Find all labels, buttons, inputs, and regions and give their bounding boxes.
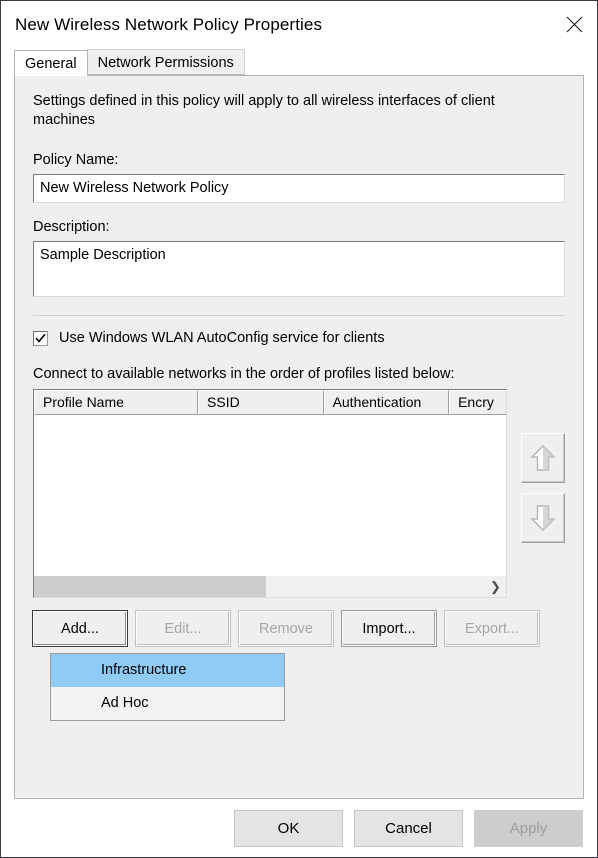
dropdown-item-infrastructure[interactable]: Infrastructure bbox=[51, 654, 284, 687]
column-header-encryption[interactable]: Encry bbox=[449, 390, 506, 415]
profile-list-row: Profile Name SSID Authentication Encry ❯ bbox=[33, 389, 565, 598]
cancel-button[interactable]: Cancel bbox=[354, 809, 463, 847]
listview-body[interactable] bbox=[34, 415, 506, 575]
autoconfig-checkbox[interactable] bbox=[33, 330, 48, 346]
add-button[interactable]: Add... bbox=[33, 611, 127, 646]
column-header-profile-name[interactable]: Profile Name bbox=[34, 390, 199, 415]
page-title: New Wireless Network Policy Properties bbox=[15, 15, 323, 34]
description-input[interactable]: Sample Description bbox=[33, 241, 565, 297]
export-button: Export... bbox=[445, 611, 539, 646]
profile-action-buttons: Add... Edit... Remove Import... Export..… bbox=[33, 611, 565, 646]
profile-listview[interactable]: Profile Name SSID Authentication Encry ❯ bbox=[33, 389, 507, 598]
reorder-button-column bbox=[521, 389, 565, 543]
column-header-authentication[interactable]: Authentication bbox=[323, 390, 450, 415]
horizontal-scrollbar[interactable]: ❯ bbox=[34, 575, 506, 597]
scrollbar-track[interactable] bbox=[266, 576, 485, 597]
checkmark-icon bbox=[35, 333, 46, 343]
ok-button[interactable]: OK bbox=[234, 809, 343, 847]
tab-strip: General Network Permissions bbox=[1, 49, 597, 76]
column-header-ssid[interactable]: SSID bbox=[198, 390, 324, 415]
remove-button: Remove bbox=[239, 611, 333, 646]
policy-name-input[interactable]: New Wireless Network Policy bbox=[33, 174, 565, 203]
close-icon[interactable] bbox=[551, 1, 597, 47]
title-bar: New Wireless Network Policy Properties bbox=[1, 1, 597, 49]
description-label: Description: bbox=[33, 219, 110, 235]
listview-header: Profile Name SSID Authentication Encry bbox=[34, 390, 506, 415]
policy-name-label: Policy Name: bbox=[33, 152, 119, 168]
tab-page-general: Settings defined in this policy will app… bbox=[14, 75, 584, 799]
autoconfig-checkbox-row[interactable]: Use Windows WLAN AutoConfig service for … bbox=[33, 330, 565, 346]
close-glyph bbox=[566, 16, 582, 32]
dropdown-item-ad-hoc[interactable]: Ad Hoc bbox=[51, 687, 284, 720]
autoconfig-checkbox-label: Use Windows WLAN AutoConfig service for … bbox=[59, 330, 385, 346]
move-up-button[interactable] bbox=[521, 433, 565, 483]
section-divider bbox=[33, 315, 565, 316]
profile-list-label: Connect to available networks in the ord… bbox=[33, 366, 455, 382]
tab-general[interactable]: General bbox=[14, 50, 88, 76]
edit-button: Edit... bbox=[136, 611, 230, 646]
chevron-right-icon[interactable]: ❯ bbox=[485, 576, 506, 597]
intro-text: Settings defined in this policy will app… bbox=[33, 93, 495, 128]
move-down-button[interactable] bbox=[521, 493, 565, 543]
scrollbar-thumb[interactable] bbox=[34, 576, 266, 597]
dialog-footer: OK Cancel Apply bbox=[1, 799, 597, 857]
import-button[interactable]: Import... bbox=[342, 611, 436, 646]
network-type-dropdown-popup[interactable]: Infrastructure Ad Hoc bbox=[50, 653, 285, 721]
apply-button: Apply bbox=[474, 809, 583, 847]
arrow-down-icon bbox=[530, 505, 556, 531]
tab-network-permissions[interactable]: Network Permissions bbox=[86, 49, 245, 75]
arrow-up-icon bbox=[530, 445, 556, 471]
wireless-network-policy-dialog: New Wireless Network Policy Properties G… bbox=[0, 0, 598, 858]
